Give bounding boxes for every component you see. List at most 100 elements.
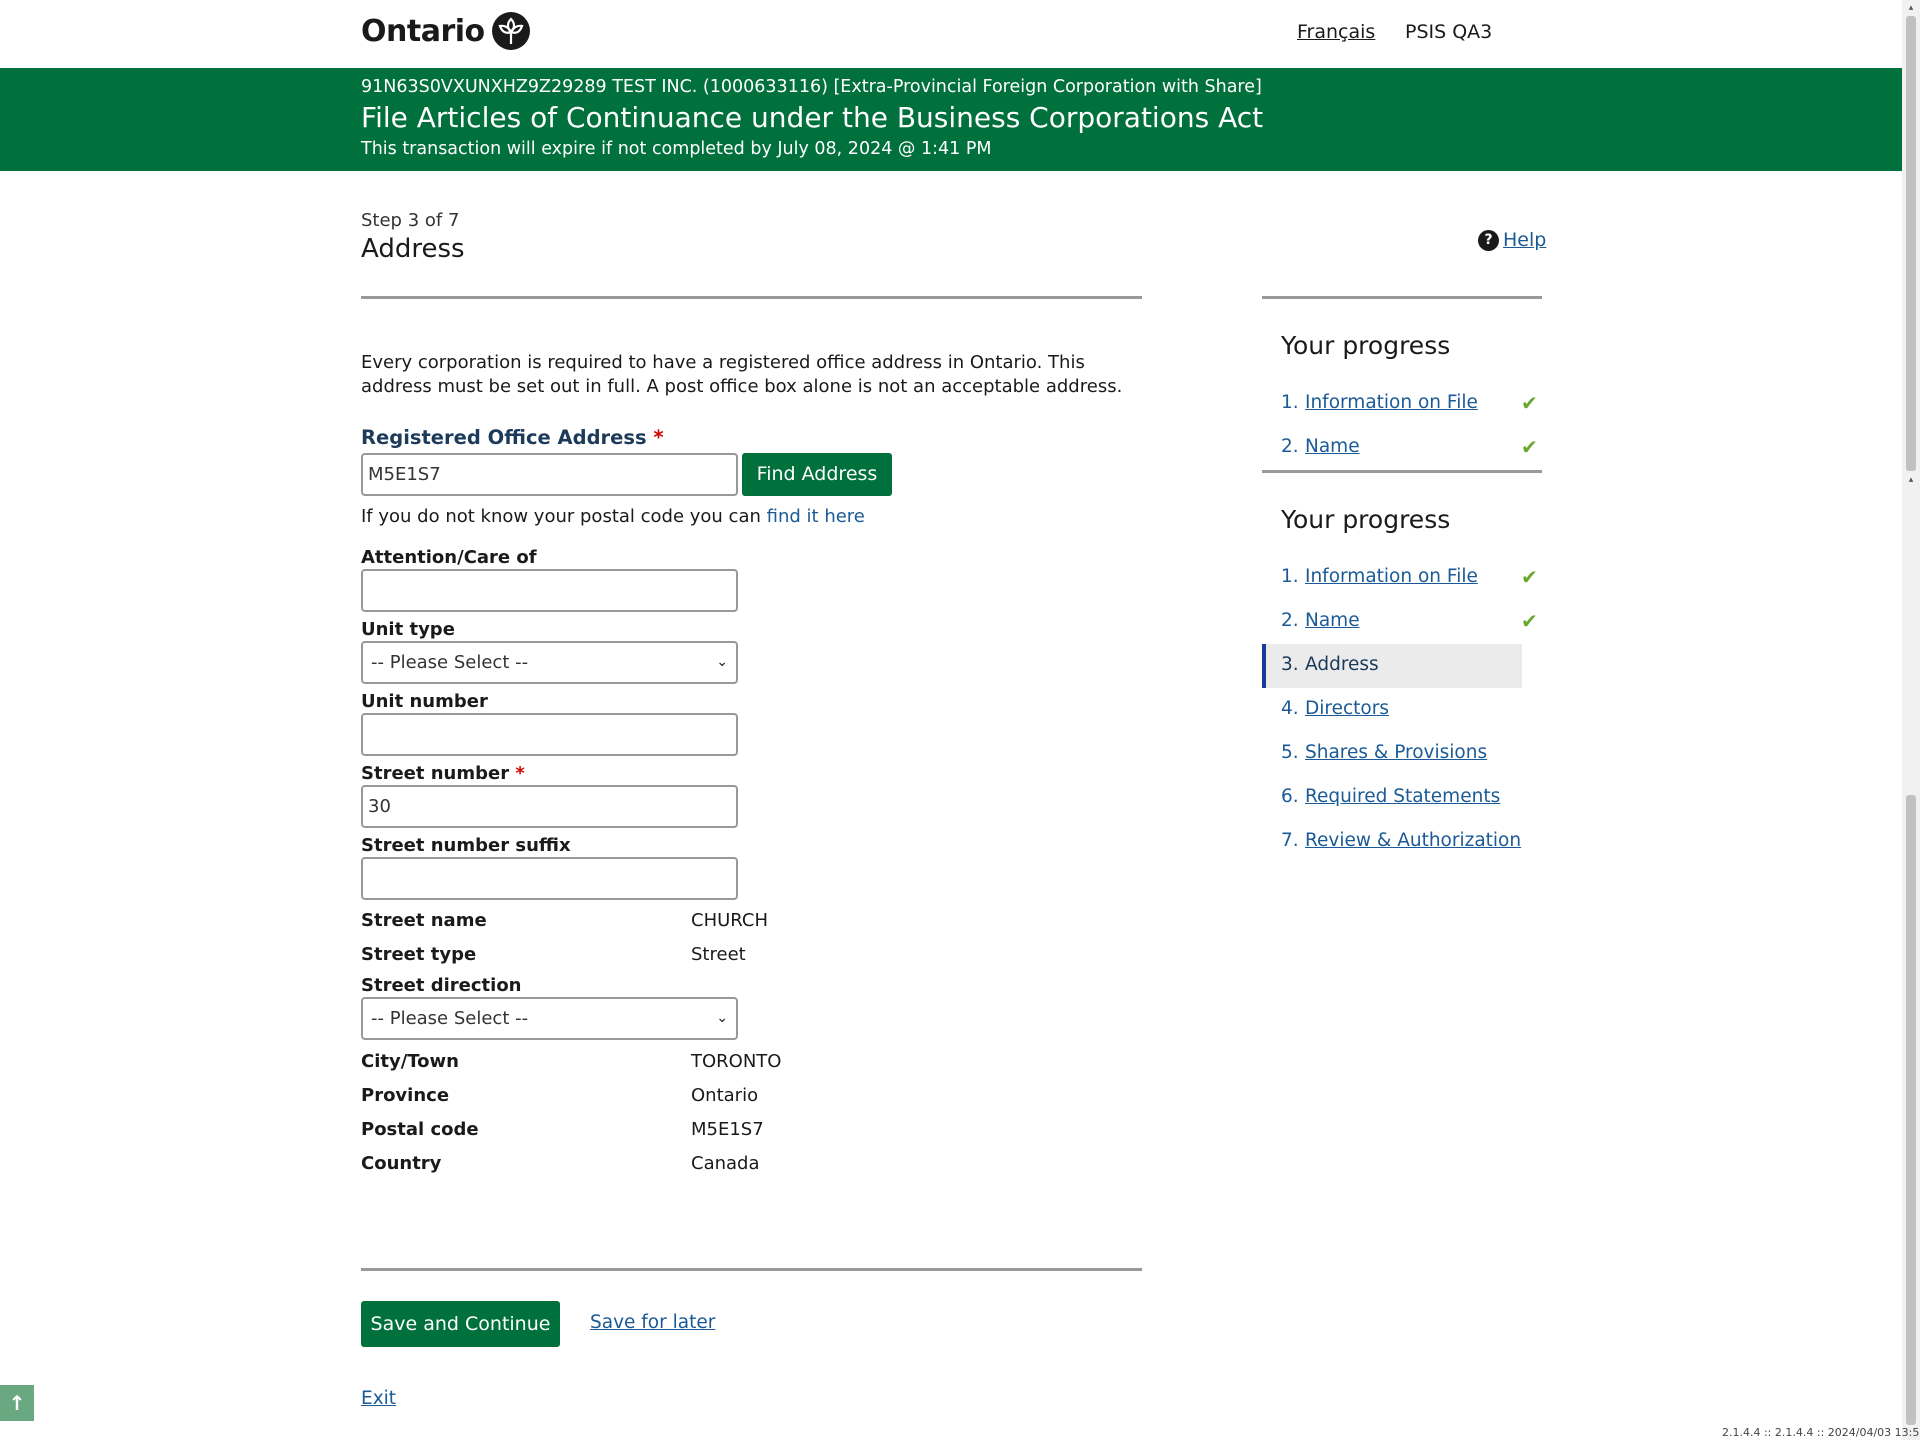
save-for-later-link[interactable]: Save for later bbox=[590, 1312, 715, 1333]
expiry-notice: This transaction will expire if not comp… bbox=[361, 139, 992, 159]
help-link[interactable]: Help bbox=[1503, 229, 1546, 251]
trillium-logo-icon bbox=[491, 12, 530, 50]
unit-type-select[interactable]: -- Please Select -- ⌄ bbox=[361, 641, 738, 684]
help-icon[interactable]: ? bbox=[1478, 229, 1499, 251]
progress-item-name[interactable]: 2. Name ✔ bbox=[1262, 426, 1538, 470]
street-number-label: Street number * bbox=[361, 763, 525, 784]
scroll-thumb[interactable] bbox=[1906, 795, 1916, 1425]
province-label: Province bbox=[361, 1085, 450, 1106]
ontario-logo[interactable]: Ontario bbox=[361, 11, 531, 51]
street-direction-selected: -- Please Select -- bbox=[371, 1008, 529, 1029]
progress-item-link[interactable]: Information on File bbox=[1305, 392, 1478, 413]
progress-item-link[interactable]: Review & Authorization bbox=[1305, 830, 1521, 851]
step-indicator: Step 3 of 7 bbox=[361, 210, 460, 231]
chevron-down-icon: ⌄ bbox=[716, 1010, 728, 1026]
arrow-up-icon: ↑ bbox=[8, 1391, 26, 1415]
page-title: File Articles of Continuance under the B… bbox=[361, 101, 1264, 134]
postal-code-hint: If you do not know your postal code you … bbox=[361, 506, 865, 527]
progress-item-number: 2. bbox=[1281, 436, 1299, 457]
scroll-up-arrow-icon[interactable]: ▴ bbox=[1902, 0, 1920, 16]
scroll-thumb[interactable] bbox=[1906, 16, 1916, 471]
language-toggle-link[interactable]: Français bbox=[1297, 21, 1375, 43]
progress-item-number: 2. bbox=[1281, 610, 1299, 631]
progress-item-link[interactable]: Name bbox=[1305, 436, 1360, 457]
country-value: Canada bbox=[691, 1153, 760, 1174]
divider bbox=[361, 296, 1142, 299]
street-name-label: Street name bbox=[361, 910, 487, 931]
progress-item-current-label: Address bbox=[1305, 654, 1379, 675]
progress-title: Your progress bbox=[1281, 505, 1451, 534]
logo-text: Ontario bbox=[361, 13, 485, 49]
progress-item-link[interactable]: Information on File bbox=[1305, 566, 1478, 587]
intro-text: Every corporation is required to have a … bbox=[361, 352, 1123, 397]
province-value: Ontario bbox=[691, 1085, 759, 1106]
progress-item-link[interactable]: Required Statements bbox=[1305, 786, 1500, 807]
progress-item-information-on-file[interactable]: 1. Information on File ✔ bbox=[1262, 556, 1538, 600]
find-address-button[interactable]: Find Address bbox=[742, 453, 892, 496]
progress-item-required-statements[interactable]: 6. Required Statements bbox=[1262, 776, 1522, 820]
progress-item-link[interactable]: Name bbox=[1305, 610, 1360, 631]
step-title: Address bbox=[361, 234, 465, 264]
progress-item-name[interactable]: 2. Name ✔ bbox=[1262, 600, 1538, 644]
progress-item-number: 1. bbox=[1281, 566, 1299, 587]
corporation-info: 91N63S0VXUNXHZ9Z29289 TEST INC. (1000633… bbox=[361, 77, 1262, 97]
registered-office-label-text: Registered Office Address bbox=[361, 426, 647, 449]
postal-code-input[interactable]: M5E1S7 bbox=[361, 453, 738, 496]
top-header: Ontario Français PSIS QA3 bbox=[0, 0, 1902, 68]
back-to-top-button[interactable]: ↑ bbox=[0, 1385, 34, 1421]
checkmark-icon: ✔ bbox=[1521, 391, 1538, 415]
progress-item-number: 7. bbox=[1281, 830, 1299, 851]
unit-number-label: Unit number bbox=[361, 691, 488, 712]
save-and-continue-button[interactable]: Save and Continue bbox=[361, 1301, 560, 1347]
street-type-label: Street type bbox=[361, 944, 477, 965]
country-label: Country bbox=[361, 1153, 442, 1174]
progress-item-number: 5. bbox=[1281, 742, 1299, 763]
checkmark-icon: ✔ bbox=[1521, 565, 1538, 589]
find-postal-code-link[interactable]: find it here bbox=[767, 506, 865, 527]
checkmark-icon: ✔ bbox=[1521, 435, 1538, 459]
progress-item-number: 3. bbox=[1281, 654, 1299, 675]
version-info: 2.1.4.4 :: 2.1.4.4 :: 2024/04/03 13:50 bbox=[1722, 1426, 1920, 1439]
postal-code-label: Postal code bbox=[361, 1119, 479, 1140]
street-name-value: CHURCH bbox=[691, 910, 768, 931]
postal-hint-text: If you do not know your postal code you … bbox=[361, 506, 761, 527]
city-label: City/Town bbox=[361, 1051, 459, 1072]
city-value: TORONTO bbox=[691, 1051, 782, 1072]
required-marker: * bbox=[653, 426, 664, 449]
attention-label: Attention/Care of bbox=[361, 547, 537, 568]
transaction-banner: 91N63S0VXUNXHZ9Z29289 TEST INC. (1000633… bbox=[0, 68, 1902, 171]
progress-item-number: 4. bbox=[1281, 698, 1299, 719]
unit-number-input[interactable] bbox=[361, 713, 738, 756]
progress-item-shares[interactable]: 5. Shares & Provisions bbox=[1262, 732, 1522, 776]
page-scrollbar[interactable]: ▴ ▴ bbox=[1902, 0, 1920, 1440]
chevron-down-icon: ⌄ bbox=[716, 654, 728, 670]
divider bbox=[1262, 296, 1542, 299]
progress-item-directors[interactable]: 4. Directors bbox=[1262, 688, 1522, 732]
environment-label: PSIS QA3 bbox=[1405, 21, 1493, 43]
unit-type-label: Unit type bbox=[361, 619, 455, 640]
divider bbox=[361, 1268, 1142, 1271]
progress-item-information-on-file[interactable]: 1. Information on File ✔ bbox=[1262, 382, 1538, 426]
street-direction-label: Street direction bbox=[361, 975, 522, 996]
checkmark-icon: ✔ bbox=[1521, 609, 1538, 633]
postal-code-value: M5E1S7 bbox=[691, 1119, 764, 1140]
scroll-up-arrow-icon[interactable]: ▴ bbox=[1902, 472, 1920, 488]
progress-item-link[interactable]: Shares & Provisions bbox=[1305, 742, 1487, 763]
progress-item-review[interactable]: 7. Review & Authorization bbox=[1262, 820, 1522, 864]
progress-title: Your progress bbox=[1281, 331, 1451, 360]
registered-office-label: Registered Office Address * bbox=[361, 426, 664, 449]
progress-item-link[interactable]: Directors bbox=[1305, 698, 1389, 719]
help-link-group[interactable]: ? Help bbox=[1478, 229, 1546, 251]
exit-link[interactable]: Exit bbox=[361, 1388, 396, 1409]
attention-input[interactable] bbox=[361, 569, 738, 612]
street-direction-select[interactable]: -- Please Select -- ⌄ bbox=[361, 997, 738, 1040]
progress-item-number: 1. bbox=[1281, 392, 1299, 413]
street-number-input[interactable]: 30 bbox=[361, 785, 738, 828]
street-suffix-input[interactable] bbox=[361, 857, 738, 900]
street-type-value: Street bbox=[691, 944, 746, 965]
unit-type-selected: -- Please Select -- bbox=[371, 652, 529, 673]
divider bbox=[1262, 470, 1542, 473]
street-suffix-label: Street number suffix bbox=[361, 835, 571, 856]
street-number-label-text: Street number bbox=[361, 763, 510, 784]
progress-item-address: 3. Address bbox=[1262, 644, 1522, 688]
